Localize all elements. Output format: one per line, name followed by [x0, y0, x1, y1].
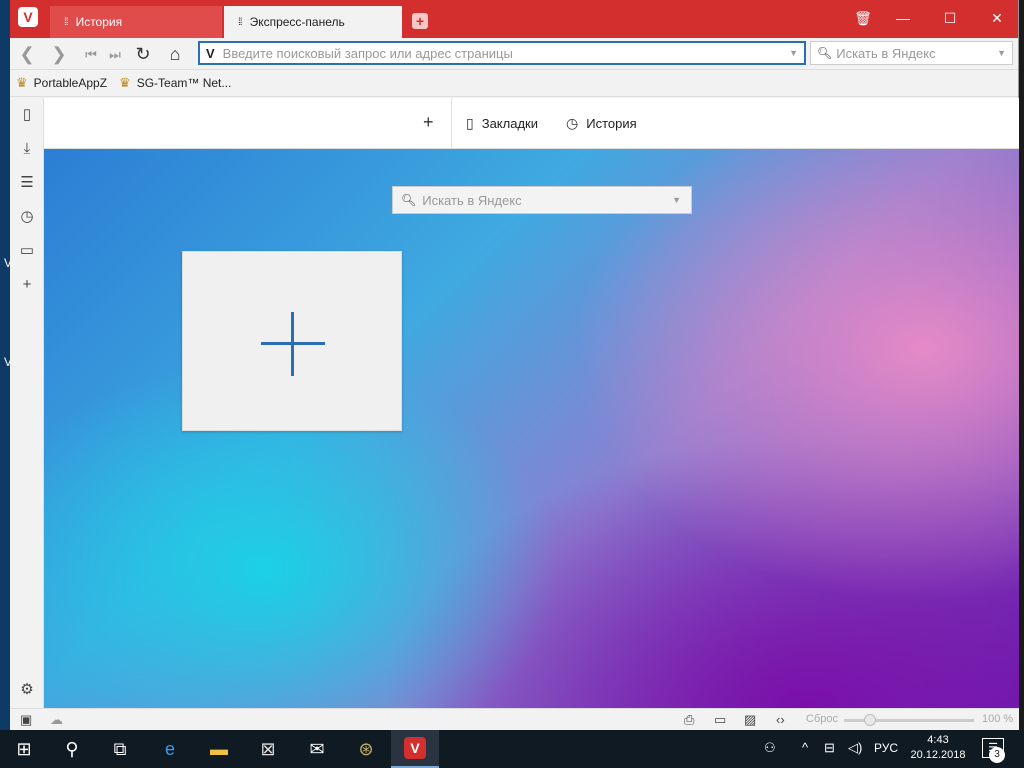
maximize-button[interactable]: ☐: [940, 10, 960, 27]
search-field[interactable]: 🔍︎ Искать в Яндекс ▼: [810, 41, 1013, 65]
vivaldi-taskbar-icon[interactable]: V: [391, 730, 439, 768]
time: 4:43: [927, 734, 949, 746]
image-icon[interactable]: ▨: [744, 712, 756, 728]
minimize-button[interactable]: —: [893, 10, 913, 26]
window-icon[interactable]: ▭: [18, 242, 36, 260]
search-icon[interactable]: ⚲: [48, 730, 96, 768]
bookmarks-label: Закладки: [481, 116, 538, 131]
bookmark-item[interactable]: ♛ SG-Team™ Net...: [119, 75, 231, 91]
clock-icon: ◷: [566, 115, 579, 131]
clock[interactable]: 4:43 20.12.2018: [905, 733, 971, 763]
speed-dial-header: + ▯ Закладки ◷ История: [44, 98, 1019, 149]
sync-cloud-icon[interactable]: ☁: [50, 712, 63, 728]
volume-icon[interactable]: ◁): [848, 740, 862, 756]
browser-window: V ⁞⁞ История ⁞⁞ Экспресс-панель + 🗑 — ☐ …: [10, 0, 1019, 730]
divider: [451, 98, 452, 149]
history-icon[interactable]: ◷: [18, 208, 36, 226]
settings-gear-icon[interactable]: ⚙: [18, 681, 36, 699]
zoom-slider-handle[interactable]: [864, 714, 876, 726]
tor-browser-icon[interactable]: ⊛: [342, 730, 390, 768]
bookmark-item[interactable]: ♛ PortableAppZ: [16, 75, 107, 91]
history-link[interactable]: ◷ История: [566, 115, 637, 132]
add-group-button[interactable]: +: [423, 112, 434, 133]
rewind-button[interactable]: ⏮: [80, 47, 102, 63]
reload-button[interactable]: ↻: [132, 44, 154, 65]
camera-icon[interactable]: ⎙: [684, 712, 694, 728]
people-icon[interactable]: ⚇: [764, 740, 776, 756]
speed-dial-content: 🔍︎ Искать в Яндекс ▼: [44, 149, 1019, 708]
close-button[interactable]: ✕: [987, 10, 1007, 27]
add-speed-dial-button[interactable]: [182, 251, 402, 431]
download-icon[interactable]: ⤓: [18, 140, 36, 158]
chevron-down-icon[interactable]: ▼: [997, 48, 1006, 58]
url-field[interactable]: V Введите поисковый запрос или адрес стр…: [198, 41, 806, 65]
trash-icon[interactable]: 🗑: [853, 10, 873, 27]
tab-speed-dial[interactable]: ⁞⁞ Экспресс-панель: [224, 6, 402, 38]
notification-count-badge: 3: [989, 747, 1005, 763]
add-panel-icon[interactable]: +: [18, 276, 36, 294]
tab-grid-icon: ⁞⁞: [64, 16, 68, 28]
network-icon[interactable]: ⊟: [824, 740, 835, 756]
crown-icon: ♛: [119, 75, 131, 90]
tab-history[interactable]: ⁞⁞ История: [50, 6, 222, 38]
notes-icon[interactable]: ☰: [18, 174, 36, 192]
panel-toggle-icon[interactable]: ▣: [20, 712, 32, 728]
bookmarks-bar: ♛ PortableAppZ ♛ SG-Team™ Net...: [10, 70, 1018, 97]
back-button[interactable]: ❮: [16, 44, 38, 65]
tab-label: История: [75, 15, 123, 29]
history-label: История: [586, 116, 637, 131]
code-icon[interactable]: ‹›: [776, 712, 785, 727]
file-explorer-icon[interactable]: ▬: [195, 730, 243, 768]
zoom-level: 100 %: [982, 713, 1014, 725]
edge-icon[interactable]: e: [146, 730, 194, 768]
bookmark-label: PortableAppZ: [33, 76, 108, 90]
tile-icon[interactable]: ▭: [714, 712, 726, 728]
zoom-reset-label[interactable]: Сброс: [806, 713, 838, 725]
mail-icon[interactable]: ✉: [293, 730, 341, 768]
search-input[interactable]: Искать в Яндекс: [836, 46, 997, 61]
bookmark-icon: ▯: [466, 115, 474, 131]
chevron-down-icon[interactable]: ▼: [672, 195, 681, 205]
language-indicator[interactable]: РУС: [874, 741, 898, 755]
date: 20.12.2018: [910, 749, 966, 761]
fast-forward-button[interactable]: ⏭: [104, 47, 126, 63]
store-icon[interactable]: ⊠: [244, 730, 292, 768]
plus-icon: [291, 312, 294, 376]
bookmark-icon[interactable]: ▯: [18, 106, 36, 124]
vivaldi-menu-button[interactable]: V: [18, 7, 38, 27]
task-view-icon[interactable]: ⧉: [96, 730, 144, 768]
search-icon[interactable]: 🔍︎: [817, 46, 832, 60]
site-info-icon[interactable]: V: [206, 46, 215, 61]
forward-button[interactable]: ❯: [48, 44, 70, 65]
tab-label: Экспресс-панель: [249, 15, 345, 29]
title-bar: V ⁞⁞ История ⁞⁞ Экспресс-панель + 🗑 — ☐ …: [10, 0, 1018, 38]
chevron-down-icon[interactable]: ▼: [789, 48, 798, 58]
tab-grid-icon: ⁞⁞: [238, 16, 242, 28]
speed-dial-search-input[interactable]: Искать в Яндекс: [422, 193, 672, 208]
search-icon[interactable]: 🔍︎: [401, 193, 416, 207]
url-input[interactable]: Введите поисковый запрос или адрес стран…: [223, 46, 789, 61]
side-panel: ▯ ⤓ ☰ ◷ ▭ + ⚙: [10, 98, 44, 708]
speed-dial-search-field[interactable]: 🔍︎ Искать в Яндекс ▼: [392, 186, 692, 214]
new-tab-button[interactable]: +: [412, 13, 428, 29]
taskbar: ⊞ ⚲ ⧉ e ▬ ⊠ ✉ ⊛ V ⚇ ^ ⊟ ◁) РУС 4:43 20.1…: [0, 730, 1024, 768]
windows-start-icon[interactable]: ⊞: [0, 730, 48, 768]
bookmark-label: SG-Team™ Net...: [136, 76, 232, 90]
desktop-edge: V V: [0, 0, 12, 730]
bookmarks-link[interactable]: ▯ Закладки: [466, 115, 538, 132]
crown-icon: ♛: [16, 75, 28, 90]
home-button[interactable]: ⌂: [164, 44, 186, 65]
address-bar: ❮ ❯ ⏮ ⏭ ↻ ⌂ V Введите поисковый запрос и…: [10, 38, 1018, 70]
chevron-up-icon[interactable]: ^: [802, 740, 808, 755]
status-bar: ▣ ☁ ⎙ ▭ ▨ ‹› Сброс 100 %: [10, 708, 1019, 730]
